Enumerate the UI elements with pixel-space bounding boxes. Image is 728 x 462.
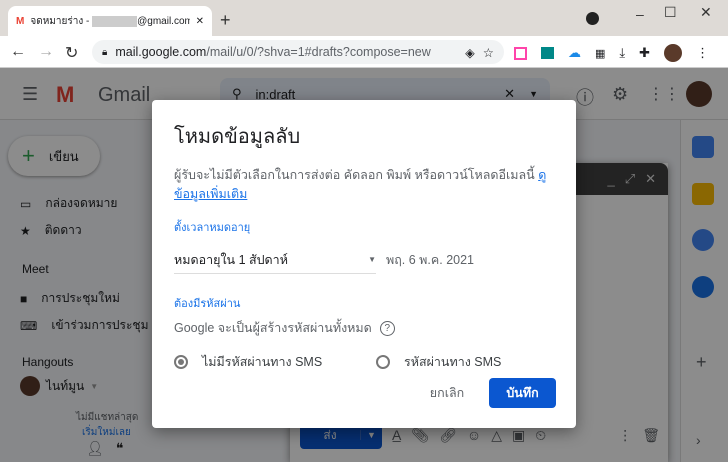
reload-icon[interactable]: ↻ — [65, 43, 78, 63]
download-icon[interactable]: ⤓ — [619, 45, 625, 61]
user-avatar[interactable] — [664, 44, 683, 62]
forward-icon[interactable]: → — [38, 43, 54, 61]
install-icon[interactable]: ◈ — [465, 45, 475, 60]
maximize-icon[interactable]: ☐ — [664, 4, 677, 21]
minimize-icon[interactable]: – — [636, 6, 644, 22]
dropdown-arrow-icon: ▼ — [368, 255, 376, 264]
save-button[interactable]: บันทึก — [489, 378, 556, 408]
bookmark-star-icon[interactable]: ☆ — [483, 45, 494, 60]
close-window-icon[interactable]: ✕ — [700, 4, 712, 21]
radio-sms[interactable]: รหัสผ่านทาง SMS — [376, 352, 501, 372]
lock-icon: 🔒︎ — [102, 46, 108, 58]
help-question-icon[interactable]: ? — [379, 320, 395, 336]
expiry-label: ตั้งเวลาหมดอายุ — [174, 222, 251, 234]
expiry-select[interactable]: หมดอายุใน 1 สัปดาห์ ▼ — [174, 246, 376, 274]
extension-icon[interactable] — [514, 46, 527, 60]
dialog-title: โหมดข้อมูลลับ — [174, 126, 301, 148]
dialog-description: ผู้รับจะไม่มีตัวเลือกในการส่งต่อ คัดลอก … — [174, 168, 547, 201]
passcode-description: Google จะเป็นผู้สร้างรหัสผ่านทั้งหมด — [174, 321, 372, 335]
back-icon[interactable]: ← — [10, 43, 26, 61]
passcode-label: ต้องมีรหัสผ่าน — [174, 298, 241, 310]
reader-extension-icon[interactable] — [541, 47, 554, 59]
profile-icon[interactable] — [586, 12, 599, 25]
gmail-favicon-icon: M — [16, 15, 25, 27]
url-bar[interactable]: 🔒︎ mail.google.com/mail/u/0/?shva=1#draf… — [92, 40, 504, 64]
confidential-mode-dialog: โหมดข้อมูลลับ ผู้รับจะไม่มีตัวเลือกในการ… — [152, 100, 576, 428]
browser-menu-icon[interactable]: ⋮ — [696, 45, 709, 61]
expiry-date: พฤ. 6 พ.ค. 2021 — [386, 253, 475, 267]
cloud-extension-icon[interactable]: ☁ — [568, 45, 581, 61]
close-tab-icon[interactable]: ✕ — [196, 16, 204, 27]
radio-button[interactable] — [376, 355, 390, 369]
new-tab-button[interactable]: + — [220, 10, 231, 31]
extensions-puzzle-icon[interactable]: ✚ — [639, 45, 650, 61]
radio-no-sms[interactable]: ไม่มีรหัสผ่านทาง SMS — [174, 352, 376, 372]
radio-button-selected[interactable] — [174, 355, 188, 369]
browser-tab[interactable]: M จดหมายร่าง - xxxxxxxxx@gmail.com ✕ — [8, 6, 212, 36]
cancel-button[interactable]: ยกเลิก — [422, 378, 472, 408]
qr-extension-icon[interactable]: ▦ — [595, 47, 605, 60]
